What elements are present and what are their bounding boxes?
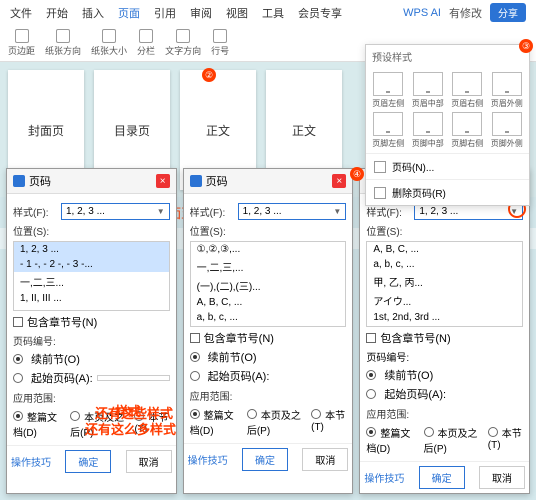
delete-pagenumber[interactable]: 删除页码(R) (366, 179, 529, 205)
pagenumber-dialog: 页码× 样式(F):1, 2, 3 ...▼ 位置(S): ①,②,③,...一… (183, 168, 354, 494)
include-chapter-checkbox[interactable] (190, 333, 200, 343)
close-icon[interactable]: × (332, 174, 346, 188)
wps-ai[interactable]: WPS AI (403, 7, 441, 19)
ok-button[interactable]: 确定 (419, 466, 465, 489)
preset-footer-left[interactable]: 页脚左侧 (370, 112, 407, 149)
marker-2: ② (202, 68, 216, 82)
annot-3: 还有这么多样式 (85, 419, 176, 438)
menu-review[interactable]: 审阅 (190, 5, 212, 21)
tips-link[interactable]: 操作技巧 (364, 470, 404, 485)
format-list[interactable]: ①,②,③,...一,二,三,...(一),(二),(三)... A, B, C… (190, 241, 347, 327)
ribbon-orient[interactable]: 纸张方向 (43, 29, 83, 57)
radio-after[interactable] (70, 411, 80, 421)
include-chapter-checkbox[interactable] (366, 333, 376, 343)
radio-continue[interactable] (190, 352, 200, 362)
close-icon[interactable]: × (156, 174, 170, 188)
ok-button[interactable]: 确定 (65, 450, 111, 473)
menu-file[interactable]: 文件 (10, 5, 32, 21)
ok-button[interactable]: 确定 (242, 448, 288, 471)
menu-insert[interactable]: 插入 (82, 5, 104, 21)
tips-link[interactable]: 操作技巧 (11, 454, 51, 469)
ribbon-lineno[interactable]: 行号 (209, 29, 231, 57)
menu-home[interactable]: 开始 (46, 5, 68, 21)
preset-header-center[interactable]: 页眉中部 (410, 72, 447, 109)
menu-bar: 文件 开始 插入 页面 引用 审阅 视图 工具 会员专享 WPS AI 有修改 … (0, 0, 536, 25)
dropdown-title: 预设样式 (366, 45, 529, 68)
radio-continue[interactable] (13, 354, 23, 364)
format-select[interactable]: 1, 2, 3 ...▼ (238, 203, 347, 220)
preset-header-right[interactable]: 页眉右侧 (449, 72, 486, 109)
pending[interactable]: 有修改 (449, 5, 482, 21)
radio-start[interactable] (13, 373, 23, 383)
include-chapter-checkbox[interactable] (13, 317, 23, 327)
ribbon-margins[interactable]: 页边距 (6, 29, 37, 57)
marker-3: ③ (519, 39, 533, 53)
start-input[interactable] (97, 375, 170, 381)
format-list[interactable]: A, B, C, ...a, b, c, ...甲, 乙, 丙... アイウ..… (366, 241, 523, 327)
share-button[interactable]: 分享 (490, 3, 526, 22)
pagenumber-dialog: 页码× 样式(F):1, 2, 3 ...▼ 位置(S): A, B, C, .… (359, 168, 530, 494)
preset-footer-outer[interactable]: 页脚外侧 (489, 112, 526, 149)
pagenumber-dialog: 页码 × 样式(F): 1, 2, 3 ...▼ 位置(S): 1, 2, 3 ..… (6, 168, 177, 494)
radio-start[interactable] (190, 371, 200, 381)
radio-whole[interactable] (13, 411, 23, 421)
format-select[interactable]: 1, 2, 3 ...▼ (61, 203, 170, 220)
dialog-title: 页码 (29, 173, 51, 189)
preset-footer-center[interactable]: 页脚中部 (410, 112, 447, 149)
dialog-title: 页码 (206, 173, 228, 189)
insert-pagenumber[interactable]: 页码(N)... (366, 153, 529, 179)
pos-label: 位置(S): (13, 223, 57, 238)
cancel-button[interactable]: 取消 (302, 448, 348, 471)
cancel-button[interactable]: 取消 (126, 450, 172, 473)
tips-link[interactable]: 操作技巧 (188, 452, 228, 467)
preset-header-left[interactable]: 页眉左侧 (370, 72, 407, 109)
menu-member[interactable]: 会员专享 (298, 5, 342, 21)
menu-page[interactable]: 页面 (118, 5, 140, 21)
dialog-icon (13, 175, 25, 187)
cancel-button[interactable]: 取消 (479, 466, 525, 489)
format-label: 样式(F): (13, 204, 57, 219)
pagenumber-dropdown: ③ 预设样式 页眉左侧 页眉中部 页眉右侧 页眉外侧 页脚左侧 页脚中部 页脚右… (365, 44, 530, 206)
ribbon-columns[interactable]: 分栏 (135, 29, 157, 57)
ribbon-direction[interactable]: 文字方向 (163, 29, 203, 57)
radio-start[interactable] (366, 389, 376, 399)
menu-tools[interactable]: 工具 (262, 5, 284, 21)
preset-header-outer[interactable]: 页眉外侧 (489, 72, 526, 109)
preset-footer-right[interactable]: 页脚右侧 (449, 112, 486, 149)
dialog-icon (190, 175, 202, 187)
ribbon-size[interactable]: 纸张大小 (89, 29, 129, 57)
menu-view[interactable]: 视图 (226, 5, 248, 21)
menu-ref[interactable]: 引用 (154, 5, 176, 21)
radio-continue[interactable] (366, 370, 376, 380)
format-list[interactable]: 1, 2, 3 ... - 1 -, - 2 -, - 3 -... 一,二,三… (13, 241, 170, 311)
pagenum-label: 页码编号: (13, 333, 170, 348)
marker-4: ④ (350, 167, 364, 181)
